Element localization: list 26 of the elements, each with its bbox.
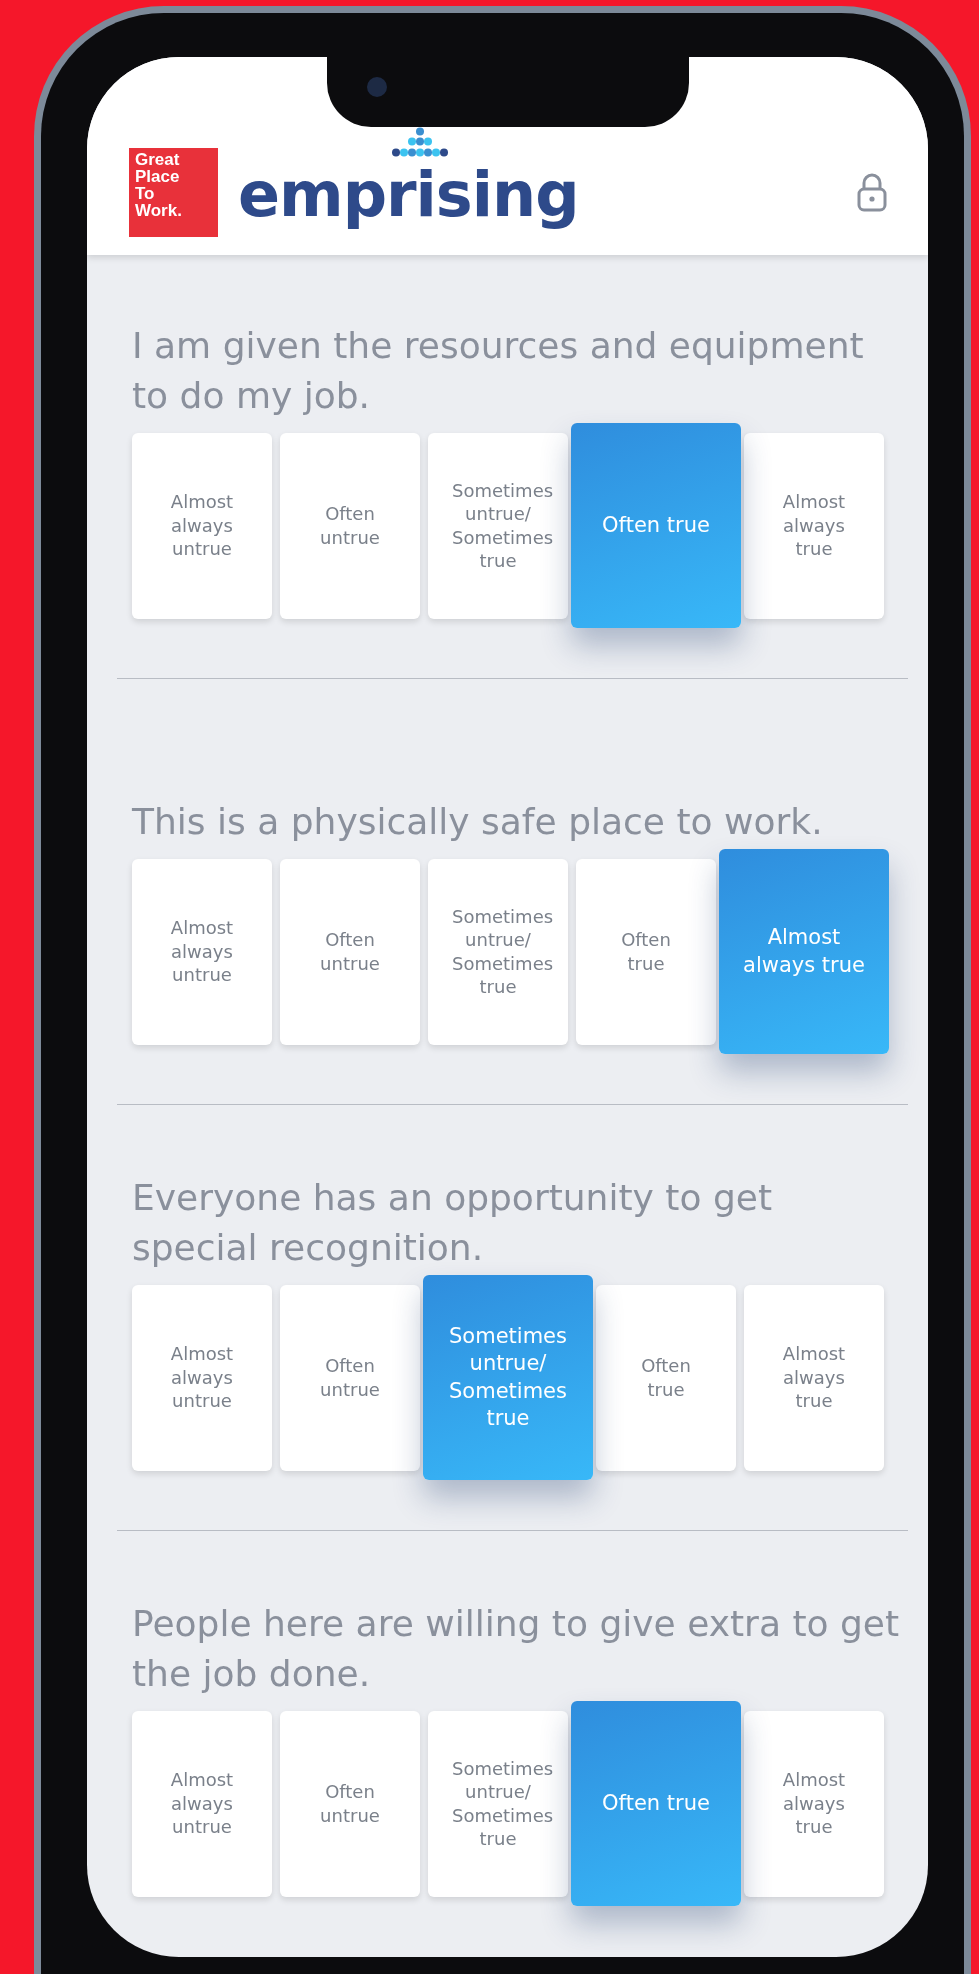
- answer-option[interactable]: Sometimes untrue/ Sometimes true: [423, 1275, 593, 1480]
- question-text: This is a physically safe place to work.: [132, 800, 823, 844]
- answer-option[interactable]: Sometimes untrue/ Sometimes true: [428, 432, 568, 619]
- answer-option[interactable]: Often true: [571, 423, 741, 628]
- answer-option[interactable]: Often true: [571, 1701, 741, 1906]
- answer-option[interactable]: Often true: [576, 858, 716, 1045]
- answer-option[interactable]: Often untrue: [280, 432, 420, 619]
- question-text: People here are willing to give extra to get the job done.: [132, 1602, 901, 1696]
- logo-text: Great Place To Work.: [135, 150, 183, 219]
- answer-option[interactable]: Often untrue: [280, 858, 420, 1045]
- answer-option[interactable]: Almost always true: [744, 432, 884, 619]
- question-text: I am given the resources and equipment to do my job.: [132, 324, 865, 418]
- answer-option[interactable]: Often true: [596, 1284, 736, 1471]
- answer-option[interactable]: Sometimes untrue/ Sometimes true: [428, 858, 568, 1045]
- answer-option[interactable]: Almost always untrue: [132, 432, 272, 619]
- answer-option[interactable]: Often untrue: [280, 1284, 420, 1471]
- answer-option[interactable]: Sometimes untrue/ Sometimes true: [428, 1710, 568, 1897]
- question-text: Everyone has an opportunity to get special recognition.: [132, 1176, 773, 1270]
- answer-option[interactable]: Almost always true: [719, 849, 889, 1054]
- brand-name: emprising: [238, 157, 579, 233]
- answer-option[interactable]: Almost always untrue: [132, 858, 272, 1045]
- answer-option[interactable]: Almost always untrue: [132, 1710, 272, 1897]
- answer-option[interactable]: Almost always untrue: [132, 1284, 272, 1471]
- answer-option[interactable]: Often untrue: [280, 1710, 420, 1897]
- answer-option[interactable]: Almost always true: [744, 1710, 884, 1897]
- answer-option[interactable]: Almost always true: [744, 1284, 884, 1471]
